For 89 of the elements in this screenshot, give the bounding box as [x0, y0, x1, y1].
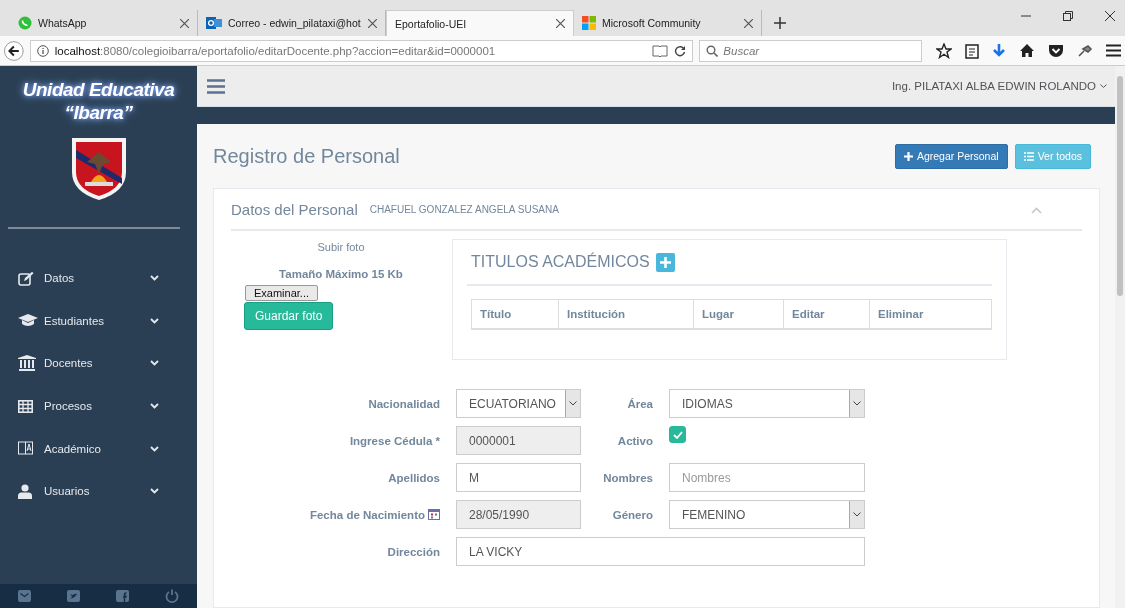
field-label: Dirección [386, 545, 440, 558]
sidebar-menu-item[interactable]: Datos [0, 257, 197, 300]
sidebar-menu-item[interactable]: Procesos [0, 384, 197, 428]
field-label: Ingrese Cédula * [348, 434, 440, 447]
clipboard-icon[interactable] [965, 42, 979, 59]
user-menu[interactable]: Ing. PILATAXI ALBA EDWIN ROLANDO [891, 80, 1107, 93]
browser-tab[interactable]: Eportafolio-UEI [386, 10, 574, 36]
field-label: Apellidos [387, 471, 440, 484]
envelope-icon[interactable] [18, 590, 31, 602]
checkmark-icon [672, 430, 683, 439]
columned-building-icon [18, 355, 36, 372]
four-squares-icon [582, 16, 596, 30]
field-label: Nacionalidad [367, 397, 440, 410]
chevron-down-icon [150, 488, 159, 495]
scrollbar[interactable] [1115, 66, 1125, 608]
chevron-down-icon [150, 275, 159, 282]
letter-f-square-icon[interactable] [116, 590, 129, 602]
chevron-down-icon [853, 401, 861, 406]
grid-table-icon [18, 399, 33, 413]
mail-icon [206, 16, 222, 30]
tab-title: Correo - edwin_pilataxi@hot [228, 17, 362, 29]
star-icon[interactable] [936, 42, 952, 59]
chevron-down-icon [150, 360, 159, 367]
field-label: Nombres [602, 471, 653, 484]
info-icon[interactable] [36, 44, 49, 57]
sidebar-menu-item[interactable]: Docentes [0, 342, 197, 385]
tab-title: WhatsApp [38, 17, 88, 29]
dropdown-field[interactable]: FEMENINO [669, 500, 865, 529]
field-label: Área [626, 397, 653, 410]
bird-icon[interactable] [67, 590, 80, 602]
brand-title: Unidad Educativa “Ibarra” [22, 78, 175, 124]
header-button[interactable]: Agregar Personal [894, 143, 1008, 169]
tab-title: Eportafolio-UEI [395, 17, 468, 30]
size-note: Tamaño Máximo 15 Kb [279, 268, 403, 280]
home-icon[interactable] [1019, 43, 1035, 58]
chevron-down-icon [150, 403, 159, 410]
browse-button[interactable]: Examinar... [245, 285, 319, 301]
panel-title: Datos del Personal [231, 200, 358, 218]
reader-view-icon[interactable] [652, 44, 669, 57]
sidebar-menu-item[interactable]: Estudiantes [0, 299, 197, 343]
column-header: Eliminar [877, 307, 925, 322]
close-icon[interactable] [368, 18, 377, 28]
column-header: Título [472, 300, 559, 328]
chevron-down-icon [1100, 83, 1107, 89]
address-bar[interactable]: localhost:8080/colegioibarra/eportafolio/editarDocente.php?accion=editar&id=0000001 [29, 39, 694, 62]
chevron-down-icon [853, 512, 861, 517]
list-icon [1023, 151, 1034, 161]
chat-bubble-icon [18, 16, 32, 30]
book-icon [18, 441, 33, 457]
dropdown-field[interactable]: IDIOMAS [669, 389, 865, 418]
close-icon[interactable] [556, 19, 565, 28]
close-icon[interactable] [744, 18, 753, 28]
chevron-down-icon [569, 401, 577, 406]
plus-icon[interactable] [774, 17, 786, 29]
field-label: Fecha de Nacimiento [231, 508, 440, 521]
sidebar-menu-item[interactable]: Académico [0, 427, 197, 470]
power-icon[interactable] [165, 589, 179, 603]
chevron-down-icon [150, 445, 159, 452]
edit-icon [18, 270, 34, 286]
dropdown-field[interactable]: ECUATORIANO [456, 389, 581, 418]
graduation-cap-icon [18, 313, 38, 328]
download-icon[interactable] [992, 42, 1006, 59]
calendar-icon[interactable] [428, 509, 440, 520]
tab-title: Microsoft Community [602, 17, 702, 29]
input-field[interactable]: LA VICKY [456, 537, 865, 566]
user-icon [18, 483, 32, 499]
menu-icon[interactable] [1106, 44, 1121, 57]
close-icon[interactable] [1105, 11, 1115, 21]
section-heading: TITULOS ACADÉMICOS [471, 253, 650, 271]
column-header: Institución [559, 300, 694, 328]
person-name: CHAFUEL GONZALEZ ANGELA SUSANA [369, 203, 559, 215]
pocket-icon[interactable] [1048, 43, 1064, 58]
column-header: Editar [784, 300, 870, 328]
input-field[interactable]: M [456, 463, 581, 492]
search-field[interactable]: Buscar [699, 39, 922, 62]
page-title: Registro de Personal [213, 144, 400, 168]
photo-upload-label: Subir foto [317, 241, 365, 253]
field-label: Activo [616, 434, 653, 447]
field-label: Género [611, 508, 653, 521]
sidebar-menu-item[interactable]: Usuarios [0, 469, 197, 513]
chevron-down-icon [150, 317, 159, 324]
reload-icon[interactable] [674, 44, 687, 57]
search-icon [706, 44, 719, 57]
url-text: localhost:8080/colegioibarra/eportafolio/editarDocente.php?accion=editar&id=0000001 [54, 44, 497, 57]
checkbox[interactable] [669, 426, 686, 443]
close-icon[interactable] [180, 18, 189, 28]
plus-icon [903, 151, 913, 161]
restore-icon[interactable] [1063, 11, 1073, 21]
column-header: Lugar [694, 300, 784, 328]
